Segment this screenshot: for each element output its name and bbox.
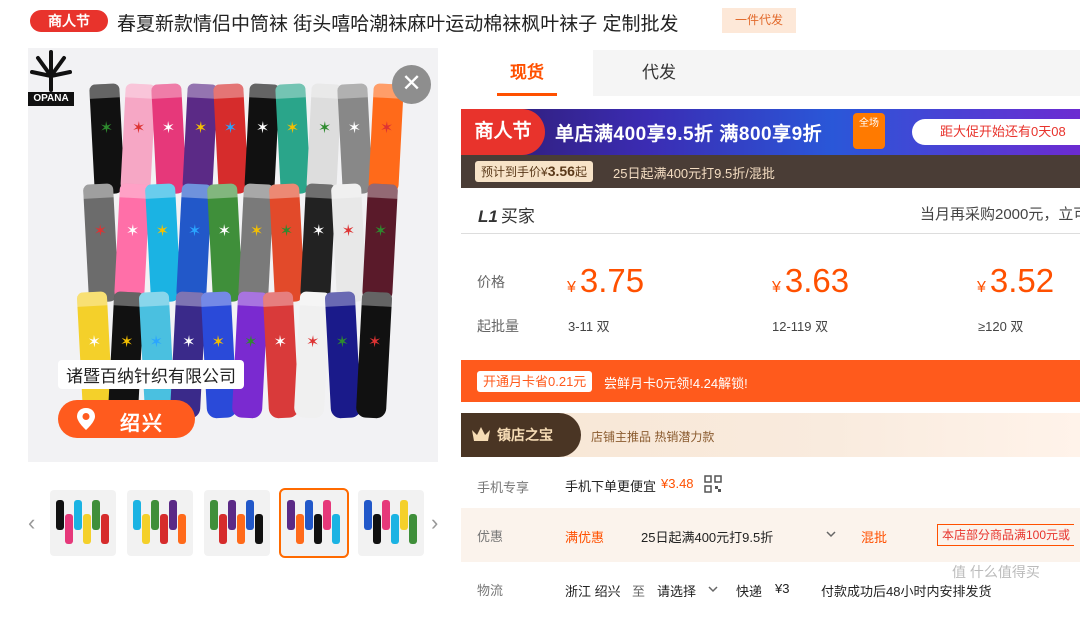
logistics-ship-time: 付款成功后48小时内安排发货 xyxy=(821,584,992,599)
leaf-icon xyxy=(30,50,72,92)
thumbnail-strip: ‹ › xyxy=(28,488,448,562)
price-label: 价格 xyxy=(477,274,505,290)
sock-photo-item: ✶ xyxy=(306,83,342,195)
sock-photo-item: ✶ xyxy=(113,183,151,303)
product-title: 春夏新款情侣中筒袜 街头嘻哈潮袜麻叶运动棉袜枫叶袜子 定制批发 xyxy=(117,14,679,35)
chevron-down-icon[interactable] xyxy=(825,529,837,539)
discount-text: 25日起满400元打9.5折 xyxy=(641,530,774,545)
watermark: 值 什么值得买 xyxy=(952,564,1040,580)
moq-tier-3: ≥120 双 xyxy=(978,319,1024,334)
price-table: 价格 起批量 ¥3.75 ¥3.63 ¥3.52 3-11 双 12-119 双… xyxy=(461,240,1080,350)
sock-photo-item: ✶ xyxy=(275,83,311,195)
member-text: 尝鲜月卡0元领!4.24解锁! xyxy=(604,376,748,391)
sock-photo-item: ✶ xyxy=(175,183,213,303)
price-tier-1: ¥3.75 xyxy=(567,262,645,299)
logistics-destination[interactable]: 请选择 xyxy=(657,581,696,600)
sock-photo-item: ✶ xyxy=(330,183,368,303)
sock-photo-item: ✶ xyxy=(268,183,306,303)
sock-photo-item: ✶ xyxy=(355,291,393,419)
banner-tag: 全场 xyxy=(853,113,885,149)
moq-tier-2: 12-119 双 xyxy=(772,319,829,334)
buyer-upgrade-hint[interactable]: 当月再采购2000元，立可 xyxy=(920,203,1080,224)
tab-dropship[interactable]: 代发 xyxy=(593,50,725,96)
crown-icon xyxy=(472,427,490,441)
store-treasure-bar[interactable]: 镇店之宝 店铺主推品 热销潜力款 xyxy=(461,413,1080,457)
discount-type: 满优惠 xyxy=(565,530,605,545)
member-card-bar[interactable]: 开通月卡省0.21元 尝鲜月卡0元领!4.24解锁! xyxy=(461,360,1080,402)
discount-mixed: 混批 xyxy=(861,530,888,545)
location-badge: 绍兴 xyxy=(58,400,195,438)
member-pill[interactable]: 开通月卡省0.21元 xyxy=(477,371,593,392)
sock-photo-item: ✶ xyxy=(361,183,399,303)
tab-bar: 现货 代发 xyxy=(461,50,1080,96)
sock-photo-item: ✶ xyxy=(182,83,218,195)
estimated-price: 预计到手价¥3.56起 xyxy=(475,161,593,182)
treasure-sub: 店铺主推品 热销潜力款 xyxy=(591,430,715,444)
location-city: 绍兴 xyxy=(120,413,164,435)
phone-exclusive-row: 手机专享 手机下单更便宜 ¥3.48 xyxy=(461,460,1080,510)
buyer-level: L1 买家 xyxy=(478,207,535,226)
sock-photo-item: ✶ xyxy=(151,83,187,195)
logistics-label: 物流 xyxy=(477,583,504,598)
sock-photo-item: ✶ xyxy=(120,83,156,195)
logistics-from: 浙江 绍兴 xyxy=(565,584,621,599)
thumbnail[interactable] xyxy=(204,490,270,556)
discount-label: 优惠 xyxy=(477,529,504,544)
dropship-tag[interactable]: 一件代发 xyxy=(722,8,796,33)
sock-photo-item: ✶ xyxy=(213,83,249,195)
sock-photo-item: ✶ xyxy=(144,183,182,303)
thumb-next-arrow[interactable]: › xyxy=(431,510,438,536)
price-tier-2: ¥3.63 xyxy=(772,262,850,299)
phone-price: ¥3.48 xyxy=(661,476,694,491)
sock-photo-item: ✶ xyxy=(244,83,280,195)
sock-photo-item: ✶ xyxy=(299,183,337,303)
phone-label: 手机专享 xyxy=(477,480,530,495)
sock-photo-item: ✶ xyxy=(206,183,244,303)
discount-row: 优惠 满优惠 25日起满400元打9.5折 混批 本店部分商品满100元或 xyxy=(461,508,1080,562)
logistics-to-word: 至 xyxy=(632,584,646,599)
chevron-down-icon[interactable] xyxy=(707,584,719,594)
thumbnail[interactable] xyxy=(279,488,349,558)
thumbnail[interactable] xyxy=(50,490,116,556)
sock-photo-item: ✶ xyxy=(237,183,275,303)
sock-photo-item: ✶ xyxy=(337,83,373,195)
thumb-prev-arrow[interactable]: ‹ xyxy=(28,510,35,536)
banner-offer: 单店满400享9.5折 满800享9折 xyxy=(555,124,823,145)
brand-name: OPANA xyxy=(28,92,74,106)
supplier-name: 诸暨百纳针织有限公司 xyxy=(58,360,244,389)
thumbnail[interactable] xyxy=(127,490,193,556)
sock-photo-item: ✶ xyxy=(368,83,404,195)
estimate-note: 25日起满400元打9.5折/混批 xyxy=(613,166,775,181)
title-bar: 商人节 春夏新款情侣中筒袜 街头嘻哈潮袜麻叶运动棉袜枫叶袜子 定制批发 一件代发 xyxy=(0,0,1080,44)
phone-text: 手机下单更便宜 xyxy=(565,479,657,494)
promo-badge: 商人节 xyxy=(30,10,108,32)
banner-badge: 商人节 xyxy=(461,109,545,155)
moq-tier-1: 3-11 双 xyxy=(568,319,610,334)
tab-in-stock[interactable]: 现货 xyxy=(461,50,593,96)
treasure-title: 镇店之宝 xyxy=(461,413,581,457)
main-product-image[interactable]: ✶ ✶ ✶ ✶ ✶ ✶ ✶ ✶ ✶ ✶ ✶ ✶ ✶ ✶ ✶ ✶ ✶ ✶ ✶ ✶ ✶ ✶ ✶ ✶ ✶ ✶ ✶ ✶ ✶ ✶ OPANA ✕ 诸… xyxy=(28,48,438,462)
buyer-level-row: L1 买家 当月再采购2000元，立可 xyxy=(461,190,1080,234)
moq-label: 起批量 xyxy=(477,318,519,334)
qr-code-icon[interactable] xyxy=(704,475,722,493)
sock-photo-item: ✶ xyxy=(89,83,125,195)
estimate-bar: 预计到手价¥3.56起 25日起满400元打9.5折/混批 xyxy=(461,155,1080,188)
thumbnail[interactable] xyxy=(358,490,424,556)
brand-logo: OPANA xyxy=(28,50,74,106)
sock-photo-item: ✶ xyxy=(82,183,120,303)
price-tier-3: ¥3.52 xyxy=(977,262,1055,299)
discount-note[interactable]: 本店部分商品满100元或 xyxy=(937,524,1075,546)
location-pin-icon xyxy=(77,408,95,430)
close-button[interactable]: ✕ xyxy=(392,65,431,104)
logistics-method: 快递 xyxy=(736,584,763,599)
countdown: 距大促开始还有0天08 xyxy=(912,119,1080,145)
promo-banner[interactable]: 商人节 单店满400享9.5折 满800享9折 全场 距大促开始还有0天08 xyxy=(461,109,1080,155)
